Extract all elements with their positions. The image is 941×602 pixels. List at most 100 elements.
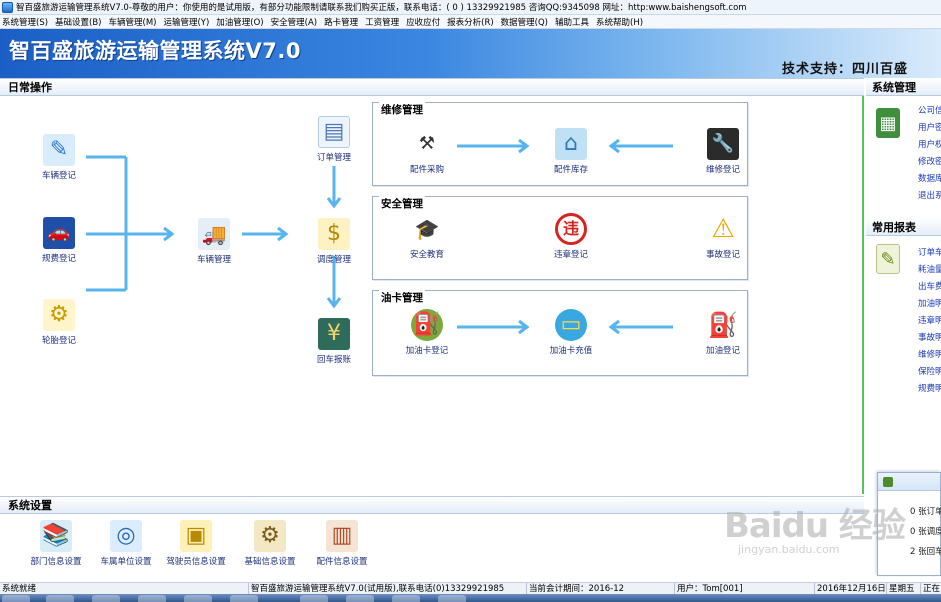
taskbar-button[interactable] — [392, 595, 420, 602]
department-settings[interactable]: 📚 部门信息设置 — [24, 520, 88, 567]
menu-transport[interactable]: 运输管理(Y) — [163, 16, 209, 28]
basic-info-settings-label: 基础信息设置 — [244, 557, 296, 567]
reminder-popup[interactable]: 0 张订单 0 张调度 2 张回车 — [877, 472, 941, 576]
parts-info-settings[interactable]: ▥ 配件信息设置 — [310, 520, 374, 567]
violation-registration-label: 违章登记 — [553, 250, 588, 260]
taskbar-button[interactable] — [2, 595, 30, 602]
parts-inventory-label: 配件库存 — [553, 165, 588, 175]
menu-fuel[interactable]: 加油管理(O) — [216, 16, 263, 28]
reminder-dispatch[interactable]: 0 张调度 — [910, 525, 941, 537]
link-user-permission[interactable]: 用户权 — [918, 138, 941, 150]
link-exit-system[interactable]: 退出系 — [918, 189, 941, 201]
link-report-insurance-detail[interactable]: 保险明 — [918, 365, 941, 377]
fuel-card-registration[interactable]: ⛽ 加油卡登记 — [395, 309, 459, 356]
driver-card-icon: ▣ — [180, 520, 212, 552]
taskbar-button[interactable] — [138, 595, 166, 602]
menu-basic-settings[interactable]: 基础设置(B) — [55, 16, 101, 28]
common-reports-panel: 常用报表 ✎ 订单车 耗油量 出车费 加油明 违章明 事故明 维修明 保险明 规… — [866, 218, 941, 398]
books-icon: 📚 — [40, 520, 72, 552]
system-title: 智百盛旅游运输管理系统V7.0 — [9, 39, 301, 63]
card-recharge-icon: ▭ — [555, 309, 587, 341]
menu-bar: 系统管理(S) 基础设置(B) 车辆管理(M) 运输管理(Y) 加油管理(O) … — [0, 15, 941, 29]
menu-receivable[interactable]: 应收应付 — [406, 16, 440, 28]
menu-safety[interactable]: 安全管理(A) — [271, 16, 317, 28]
accident-registration[interactable]: ⚠ 事故登记 — [691, 213, 755, 260]
taskbar-button[interactable] — [46, 595, 74, 602]
vehicle-management[interactable]: 🚚 车辆管理 — [182, 218, 246, 265]
reminder-icon — [883, 476, 893, 487]
menu-tools[interactable]: 辅助工具 — [555, 16, 589, 28]
warehouse-icon: ⌂ — [555, 128, 587, 160]
driver-info-settings[interactable]: ▣ 驾驶员信息设置 — [164, 520, 228, 567]
link-report-violation-detail[interactable]: 违章明 — [918, 314, 941, 326]
reminder-orders[interactable]: 0 张订单 — [910, 505, 941, 517]
safety-management-box: 安全管理 🎓 安全教育 违 违章登记 ⚠ 事故登记 — [372, 196, 748, 280]
gas-station-icon: ⛽ — [708, 311, 738, 339]
refuel-registration-label: 加油登记 — [705, 346, 740, 356]
vehicle-registration[interactable]: ✎ 车辆登记 — [27, 134, 91, 181]
system-management-panel: 系统管理 ▦ 公司信 用户密 用户权 修改密 数据库 退出系 — [866, 78, 941, 208]
link-report-accident-detail[interactable]: 事故明 — [918, 331, 941, 343]
taskbar-button[interactable] — [438, 595, 466, 602]
status-ready: 系统就绪 — [2, 584, 37, 594]
menu-vehicle[interactable]: 车辆管理(M) — [109, 16, 157, 28]
link-database[interactable]: 数据库 — [918, 172, 941, 184]
menu-salary[interactable]: 工资管理 — [365, 16, 399, 28]
system-settings-header: 系统设置 — [0, 496, 864, 514]
menu-data[interactable]: 数据管理(Q) — [501, 16, 548, 28]
system-management-icon: ▦ — [876, 108, 900, 138]
tire-registration-label: 轮胎登记 — [41, 336, 76, 346]
safety-education[interactable]: 🎓 安全教育 — [395, 213, 459, 260]
violation-sign-icon: 违 — [555, 213, 587, 245]
parts-purchase[interactable]: ⚒ 配件采购 — [395, 128, 459, 175]
link-change-password[interactable]: 修改密 — [918, 155, 941, 167]
order-sheet-icon: ▤ — [318, 116, 350, 148]
taskbar-button[interactable] — [300, 595, 328, 602]
tech-support-text: 技术支持：四川百盛 — [782, 62, 909, 77]
reminder-return[interactable]: 2 张回车 — [910, 545, 941, 557]
common-reports-header: 常用报表 — [866, 218, 941, 236]
menu-road-card[interactable]: 路卡管理 — [324, 16, 358, 28]
order-management[interactable]: ▤ 订单管理 — [302, 116, 366, 163]
system-settings-title: 系统设置 — [8, 499, 52, 512]
return-receipt[interactable]: ¥ 回车报账 — [302, 318, 366, 365]
link-user-password[interactable]: 用户密 — [918, 121, 941, 133]
safety-management-title: 安全管理 — [379, 196, 425, 211]
link-report-refuel-detail[interactable]: 加油明 — [918, 297, 941, 309]
parts-shelf-icon: ▥ — [326, 520, 358, 552]
driver-info-settings-label: 驾驶员信息设置 — [166, 557, 226, 567]
fuel-card-recharge-label: 加油卡充值 — [549, 346, 593, 356]
taskbar-button[interactable] — [230, 595, 258, 602]
tire-registration[interactable]: ⚙ 轮胎登记 — [27, 299, 91, 346]
fee-registration[interactable]: 🚗 规费登记 — [27, 217, 91, 264]
link-report-repair-detail[interactable]: 维修明 — [918, 348, 941, 360]
daily-operations-title: 日常操作 — [8, 81, 52, 94]
link-report-trip-cost[interactable]: 出车费 — [918, 280, 941, 292]
dispatch-management-label: 调度管理 — [316, 255, 351, 265]
menu-system[interactable]: 系统管理(S) — [2, 16, 48, 28]
taskbar-button[interactable] — [184, 595, 212, 602]
link-company-info[interactable]: 公司信 — [918, 104, 941, 116]
fuel-card-recharge[interactable]: ▭ 加油卡充值 — [539, 309, 603, 356]
fuel-card-management-box: 油卡管理 ⛽ 加油卡登记 ▭ 加油卡充值 ⛽ 加油登记 — [372, 290, 748, 376]
link-report-orders[interactable]: 订单车 — [918, 246, 941, 258]
link-report-fee-detail[interactable]: 规费明 — [918, 382, 941, 394]
repair-registration-label: 维修登记 — [705, 165, 740, 175]
tire-icon: ⚙ — [43, 299, 75, 331]
system-management-title: 系统管理 — [872, 80, 916, 94]
repair-registration[interactable]: 🔧 维修登记 — [691, 128, 755, 175]
refuel-registration[interactable]: ⛽ 加油登记 — [691, 309, 755, 356]
daily-operations-panel: ✎ 车辆登记 🚗 规费登记 ⚙ 轮胎登记 🚚 车辆管理 ▤ 订单管理 $ 调度管… — [0, 96, 864, 494]
basic-info-settings[interactable]: ⚙ 基础信息设置 — [238, 520, 302, 567]
vehicle-registration-icon: ✎ — [43, 134, 75, 166]
parts-inventory[interactable]: ⌂ 配件库存 — [539, 128, 603, 175]
menu-help[interactable]: 系统帮助(H) — [596, 16, 643, 28]
vehicle-unit-settings[interactable]: ◎ 车属单位设置 — [94, 520, 158, 567]
menu-reports[interactable]: 报表分析(R) — [447, 16, 494, 28]
dispatch-management[interactable]: $ 调度管理 — [302, 218, 366, 265]
link-report-fuel-consumption[interactable]: 耗油量 — [918, 263, 941, 275]
violation-registration[interactable]: 违 违章登记 — [539, 213, 603, 260]
taskbar-button[interactable] — [92, 595, 120, 602]
taskbar-button[interactable] — [346, 595, 374, 602]
window-title: 智百盛旅游运输管理系统V7.0-尊敬的用户：你使用的是试用版，有部分功能限制请联… — [16, 3, 747, 13]
